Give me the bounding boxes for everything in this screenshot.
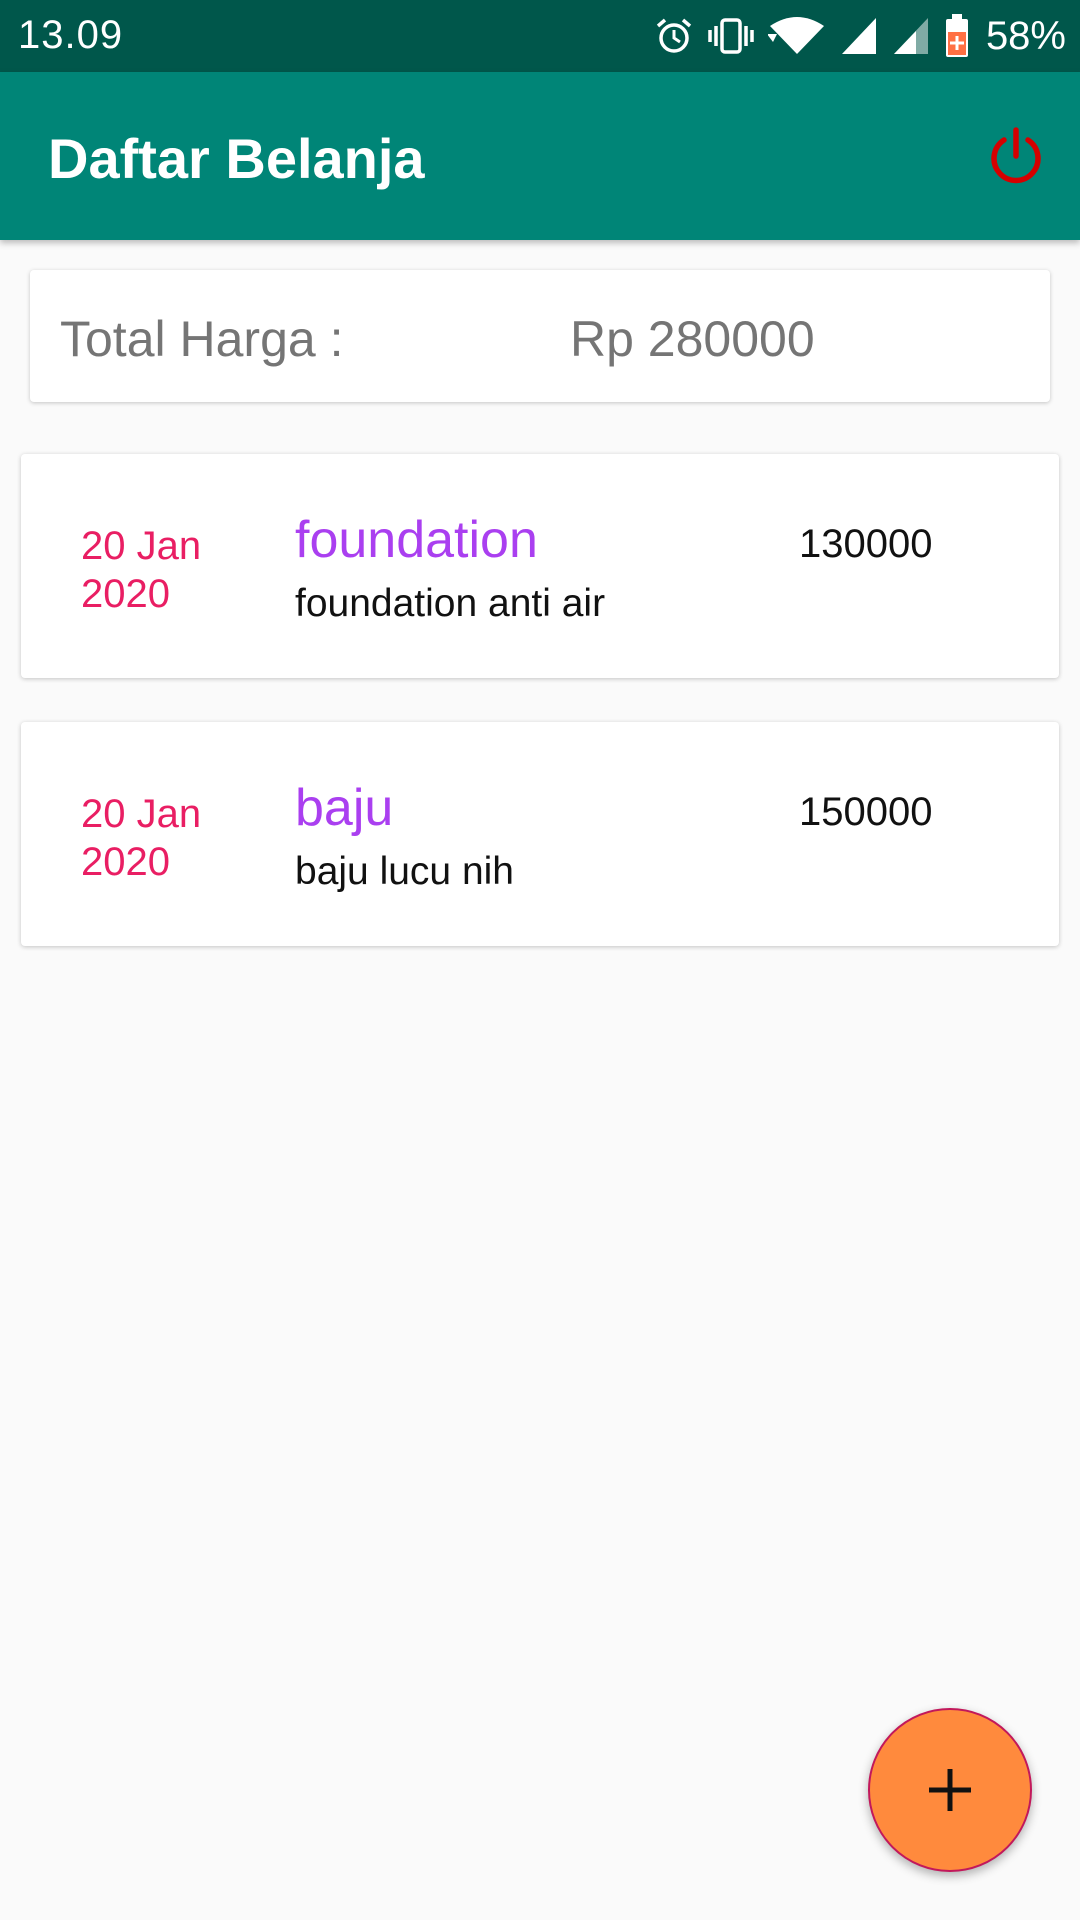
item-date-year: 2020 bbox=[81, 572, 170, 616]
item-date-day: 20 Jan bbox=[81, 792, 202, 836]
total-value: Rp 280000 bbox=[570, 311, 815, 367]
battery-percent: 58% bbox=[985, 13, 1066, 58]
item-date-year: 2020 bbox=[81, 840, 170, 884]
plus-icon bbox=[929, 1769, 971, 1811]
battery-icon bbox=[945, 14, 968, 57]
power-icon bbox=[991, 127, 1041, 184]
item-description: baju lucu nih bbox=[295, 850, 514, 893]
app-title: Daftar Belanja bbox=[48, 127, 425, 190]
item-price: 130000 bbox=[799, 522, 933, 566]
vibrate-icon bbox=[708, 18, 754, 54]
status-bar: 13.09 58% bbox=[0, 0, 1080, 72]
status-time: 13.09 bbox=[18, 13, 124, 57]
add-item-button[interactable] bbox=[868, 1708, 1032, 1872]
item-description: foundation anti air bbox=[295, 582, 606, 625]
logout-button[interactable] bbox=[982, 122, 1050, 190]
alarm-icon bbox=[656, 18, 692, 53]
app-bar: Daftar Belanja bbox=[0, 72, 1080, 240]
signal-icon bbox=[841, 18, 876, 54]
signal-icon-2 bbox=[893, 18, 928, 54]
status-icons: 58% bbox=[654, 10, 1066, 62]
item-price: 150000 bbox=[799, 790, 933, 834]
total-card: Total Harga : Rp 280000 bbox=[30, 270, 1050, 402]
wifi-icon bbox=[767, 17, 824, 54]
item-name: baju bbox=[295, 779, 394, 837]
item-date: 20 Jan 2020 bbox=[81, 522, 241, 618]
screen: 13.09 58% Daftar Belanja Total Harga: R… bbox=[0, 0, 1080, 1920]
item-date: 20 Jan 2020 bbox=[81, 790, 241, 886]
list-item[interactable]: 20 Jan 2020 baju baju lucu nih 150000 bbox=[21, 722, 1059, 946]
item-name: foundation bbox=[295, 511, 538, 569]
item-date-day: 20 Jan bbox=[81, 524, 202, 568]
list-item[interactable]: 20 Jan 2020 foundation foundation anti a… bbox=[21, 454, 1059, 678]
total-label: Total Harga : bbox=[60, 311, 344, 367]
